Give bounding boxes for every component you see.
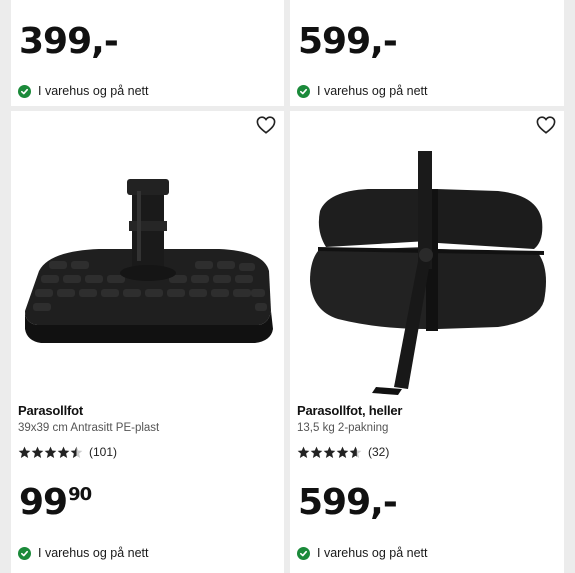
- price-integer: 599: [298, 482, 371, 523]
- check-circle-icon: [297, 546, 310, 560]
- star-icon: [336, 446, 349, 458]
- product-subtitle: 39x39 cm Antrasitt PE-plast: [18, 422, 160, 434]
- heart-icon[interactable]: [256, 116, 276, 134]
- star-half-icon: [70, 446, 83, 458]
- price-decimal: 90: [68, 484, 92, 505]
- price: 399 ,-: [19, 21, 119, 62]
- star-icon: [31, 446, 44, 458]
- product-card[interactable]: Parasollfot, heller 13,5 kg 2-pakning (3…: [290, 111, 564, 573]
- availability: I varehus og på nett: [297, 546, 428, 560]
- price-integer: 599: [298, 21, 371, 62]
- star-icon: [310, 446, 323, 458]
- check-circle-icon: [297, 84, 310, 98]
- check-circle-icon: [18, 84, 31, 98]
- rating-count: (32): [368, 445, 390, 459]
- rating-stars: [18, 446, 83, 459]
- product-subtitle: 13,5 kg 2-pakning: [297, 422, 389, 434]
- product-card[interactable]: Parasollfot 39x39 cm Antrasitt PE-plast …: [11, 111, 284, 573]
- price-suffix: ,-: [370, 482, 398, 523]
- availability: I varehus og på nett: [297, 84, 428, 98]
- price-integer: 99: [19, 482, 68, 523]
- availability-text: I varehus og på nett: [317, 546, 428, 560]
- check-circle-icon: [18, 546, 31, 560]
- star-half-icon: [349, 446, 362, 458]
- product-card[interactable]: 399 ,- I varehus og på nett: [11, 0, 284, 106]
- product-title[interactable]: Parasollfot: [18, 403, 83, 418]
- availability: I varehus og på nett: [18, 84, 149, 98]
- availability-text: I varehus og på nett: [317, 84, 428, 98]
- product-image[interactable]: [298, 151, 555, 401]
- star-icon: [57, 446, 70, 458]
- price-suffix: ,-: [91, 21, 119, 62]
- price-suffix: ,-: [370, 21, 398, 62]
- product-title[interactable]: Parasollfot, heller: [297, 403, 402, 418]
- product-card[interactable]: 599 ,- I varehus og på nett: [290, 0, 564, 106]
- availability-text: I varehus og på nett: [38, 84, 149, 98]
- star-icon: [297, 446, 310, 458]
- availability: I varehus og på nett: [18, 546, 149, 560]
- price: 599 ,-: [298, 21, 398, 62]
- rating: (32): [297, 445, 389, 459]
- product-image[interactable]: [19, 151, 276, 401]
- price-integer: 399: [19, 21, 92, 62]
- rating-stars: [297, 446, 362, 459]
- rating-count: (101): [89, 445, 118, 459]
- price: 599 ,-: [298, 482, 398, 523]
- price: 99 90: [19, 482, 92, 523]
- heart-icon[interactable]: [536, 116, 556, 134]
- star-icon: [44, 446, 57, 458]
- star-icon: [323, 446, 336, 458]
- availability-text: I varehus og på nett: [38, 546, 149, 560]
- star-icon: [18, 446, 31, 458]
- rating: (101): [18, 445, 117, 459]
